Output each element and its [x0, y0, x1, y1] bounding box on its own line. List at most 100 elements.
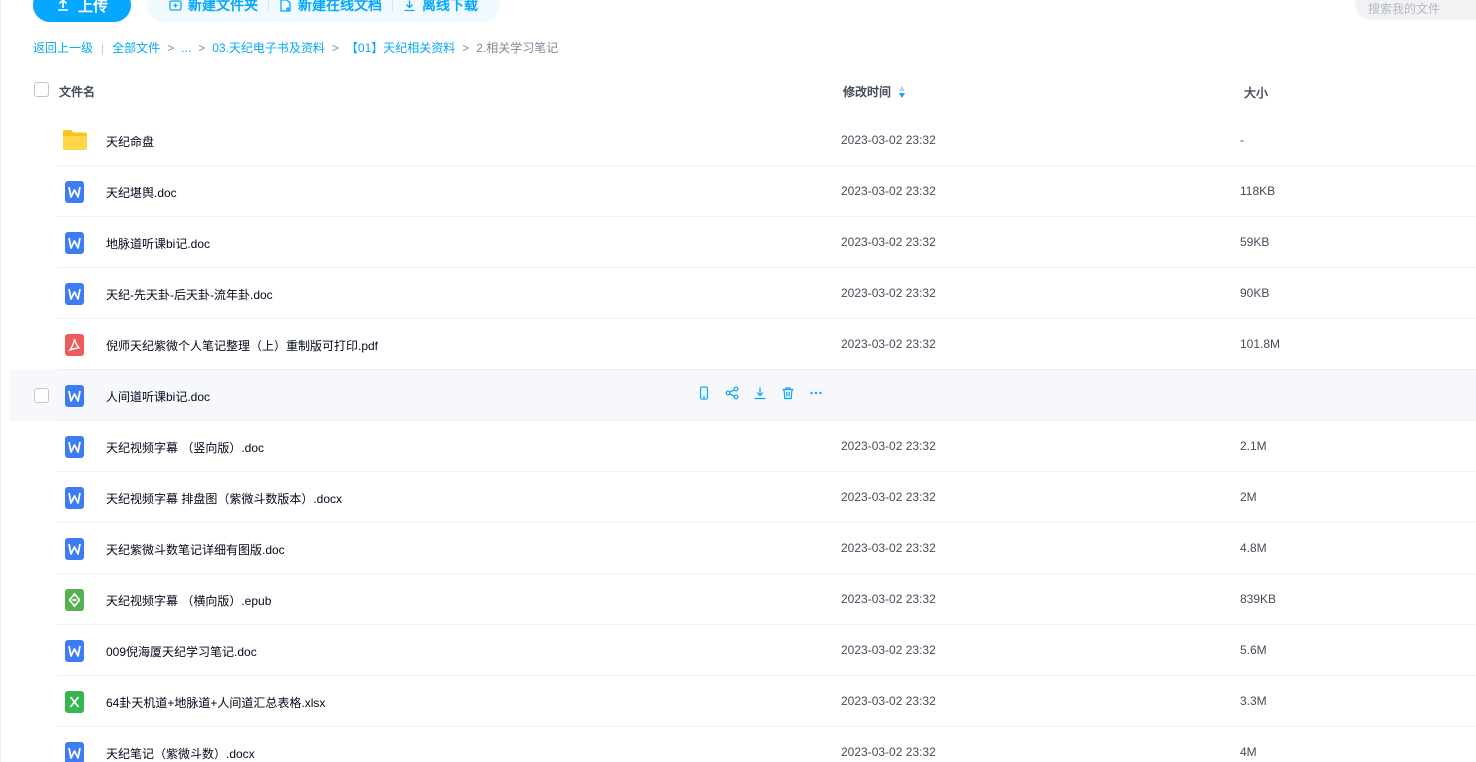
toolbar: 上传 新建文件夹 新建在线文档 离线下载: [33, 0, 500, 22]
breadcrumb-separator: >: [198, 40, 206, 55]
breadcrumb-ellipsis[interactable]: ...: [181, 41, 191, 55]
excel-icon: [65, 691, 84, 713]
file-size: 2M: [1240, 490, 1257, 504]
file-size: -: [1240, 133, 1244, 147]
toolbar-actions: 新建文件夹 新建在线文档 离线下载: [147, 0, 500, 22]
trash-icon[interactable]: [781, 386, 795, 400]
column-header-name[interactable]: 文件名: [59, 83, 95, 100]
file-size: 90KB: [1240, 286, 1270, 300]
upload-icon: [57, 0, 68, 11]
file-name[interactable]: 倪师天纪紫微个人笔记整理（上）重制版可打印.pdf: [106, 337, 378, 354]
file-name[interactable]: 009倪海厦天纪学习笔记.doc: [106, 643, 257, 660]
file-modified-time: 2023-03-02 23:32: [841, 235, 936, 249]
file-name[interactable]: 天纪视频字幕 （竖向版）.doc: [106, 439, 264, 456]
table-header: 文件名 修改时间 大小: [25, 70, 1476, 110]
row-actions: [697, 386, 823, 400]
file-size: 4M: [1240, 745, 1257, 759]
file-modified-time: 2023-03-02 23:32: [841, 694, 936, 708]
breadcrumb-materials-folder[interactable]: 【01】天纪相关资料: [346, 39, 455, 56]
word-doc-icon: [65, 436, 84, 458]
download-icon: [404, 0, 415, 11]
file-modified-time: 2023-03-02 23:32: [841, 184, 936, 198]
new-online-doc-label: 新建在线文档: [298, 0, 382, 13]
breadcrumb-current: 2.相关学习笔记: [476, 41, 559, 55]
upload-button[interactable]: 上传: [33, 0, 131, 22]
breadcrumb-separator: >: [331, 40, 339, 55]
file-row[interactable]: 天纪视频字幕 （横向版）.epub 2023-03-02 23:32 839KB: [9, 574, 1476, 625]
breadcrumb-separator: >: [462, 40, 470, 55]
file-modified-time: 2023-03-02 23:32: [841, 643, 936, 657]
epub-icon: [65, 589, 84, 611]
file-modified-time: 2023-03-02 23:32: [841, 745, 936, 759]
search-input[interactable]: 搜索我的文件: [1355, 0, 1476, 20]
file-name[interactable]: 天纪视频字幕 （横向版）.epub: [106, 592, 271, 609]
more-icon[interactable]: [809, 386, 823, 400]
new-online-doc-button[interactable]: 新建在线文档: [269, 0, 392, 15]
back-link[interactable]: 返回上一级: [33, 39, 93, 56]
file-row[interactable]: 天纪-先天卦-后天卦-流年卦.doc 2023-03-02 23:32 90KB: [9, 268, 1476, 319]
search-placeholder: 搜索我的文件: [1368, 2, 1441, 16]
word-doc-icon: [65, 385, 84, 407]
offline-download-button[interactable]: 离线下载: [393, 0, 488, 15]
breadcrumb-ebooks-folder[interactable]: 03.天纪电子书及资料: [212, 39, 325, 56]
file-row[interactable]: 64卦天机道+地脉道+人间道汇总表格.xlsx 2023-03-02 23:32 3…: [9, 676, 1476, 727]
file-name[interactable]: 天纪笔记（紫微斗数）.docx: [106, 745, 255, 762]
upload-label: 上传: [77, 0, 108, 15]
new-folder-button[interactable]: 新建文件夹: [159, 0, 268, 15]
mobile-icon[interactable]: [697, 386, 711, 400]
file-name[interactable]: 天纪紫微斗数笔记详细有图版.doc: [106, 541, 285, 558]
breadcrumb-all-files[interactable]: 全部文件: [112, 39, 160, 56]
file-manager-page: 上传 新建文件夹 新建在线文档 离线下载 搜索我的文件 返回上一级 | 全部文件…: [0, 0, 1476, 762]
file-modified-time: 2023-03-02 23:32: [841, 541, 936, 555]
file-size: 5.6M: [1240, 643, 1267, 657]
column-header-size[interactable]: 大小: [1244, 84, 1268, 101]
file-size: 118KB: [1240, 184, 1276, 198]
word-doc-icon: [65, 640, 84, 662]
select-all-checkbox[interactable]: [34, 82, 49, 97]
new-doc-icon: [280, 0, 291, 12]
file-modified-time: 2023-03-02 23:32: [841, 133, 936, 147]
file-size: 3.3M: [1240, 694, 1267, 708]
share-icon[interactable]: [725, 386, 739, 400]
word-doc-icon: [65, 487, 84, 509]
breadcrumb-divider: |: [101, 40, 105, 55]
word-doc-icon: [65, 181, 84, 203]
file-row[interactable]: 人间道听课bi记.doc: [9, 370, 1476, 421]
file-row[interactable]: 倪师天纪紫微个人笔记整理（上）重制版可打印.pdf 2023-03-02 23:3…: [9, 319, 1476, 370]
file-row[interactable]: 天纪视频字幕 排盘图（紫微斗数版本）.docx 2023-03-02 23:32 2…: [9, 472, 1476, 523]
file-row[interactable]: 天纪笔记（紫微斗数）.docx 2023-03-02 23:32 4M: [9, 727, 1476, 762]
offline-download-label: 离线下载: [422, 0, 478, 13]
sort-icon: [899, 85, 906, 98]
file-size: 839KB: [1240, 592, 1277, 606]
file-size: 2.1M: [1240, 439, 1267, 453]
column-header-modified[interactable]: 修改时间: [843, 83, 906, 100]
column-header-modified-label: 修改时间: [843, 85, 892, 99]
word-doc-icon: [65, 283, 84, 305]
file-modified-time: 2023-03-02 23:32: [841, 286, 936, 300]
download-icon[interactable]: [753, 386, 767, 400]
file-name[interactable]: 人间道听课bi记.doc: [106, 388, 210, 405]
new-folder-label: 新建文件夹: [188, 0, 258, 13]
file-row[interactable]: 009倪海厦天纪学习笔记.doc 2023-03-02 23:32 5.6M: [9, 625, 1476, 676]
file-modified-time: 2023-03-02 23:32: [841, 490, 936, 504]
file-name[interactable]: 天纪-先天卦-后天卦-流年卦.doc: [106, 286, 273, 303]
file-name[interactable]: 地脉道听课bi记.doc: [106, 235, 210, 252]
new-folder-icon: [169, 0, 182, 11]
file-size: 59KB: [1240, 235, 1270, 249]
breadcrumb-separator: >: [167, 40, 175, 55]
row-checkbox[interactable]: [34, 388, 49, 403]
file-name[interactable]: 天纪命盘: [106, 133, 154, 150]
file-name[interactable]: 64卦天机道+地脉道+人间道汇总表格.xlsx: [106, 694, 325, 711]
file-modified-time: 2023-03-02 23:32: [841, 592, 936, 606]
file-list: 天纪命盘 2023-03-02 23:32 - 天纪堪舆.doc 2023-03-02 …: [9, 115, 1476, 762]
file-row[interactable]: 天纪堪舆.doc 2023-03-02 23:32 118KB: [9, 166, 1476, 217]
file-size: 101.8M: [1240, 337, 1281, 351]
file-row[interactable]: 地脉道听课bi记.doc 2023-03-02 23:32 59KB: [9, 217, 1476, 268]
file-row[interactable]: 天纪紫微斗数笔记详细有图版.doc 2023-03-02 23:32 4.8M: [9, 523, 1476, 574]
folder-icon: [62, 129, 88, 151]
file-row[interactable]: 天纪命盘 2023-03-02 23:32 -: [9, 115, 1476, 166]
file-row[interactable]: 天纪视频字幕 （竖向版）.doc 2023-03-02 23:32 2.1M: [9, 421, 1476, 472]
file-name[interactable]: 天纪堪舆.doc: [106, 184, 177, 201]
file-name[interactable]: 天纪视频字幕 排盘图（紫微斗数版本）.docx: [106, 490, 342, 507]
breadcrumb: 返回上一级 | 全部文件 > ... > 03.天纪电子书及资料 > 【01】天…: [33, 39, 558, 56]
